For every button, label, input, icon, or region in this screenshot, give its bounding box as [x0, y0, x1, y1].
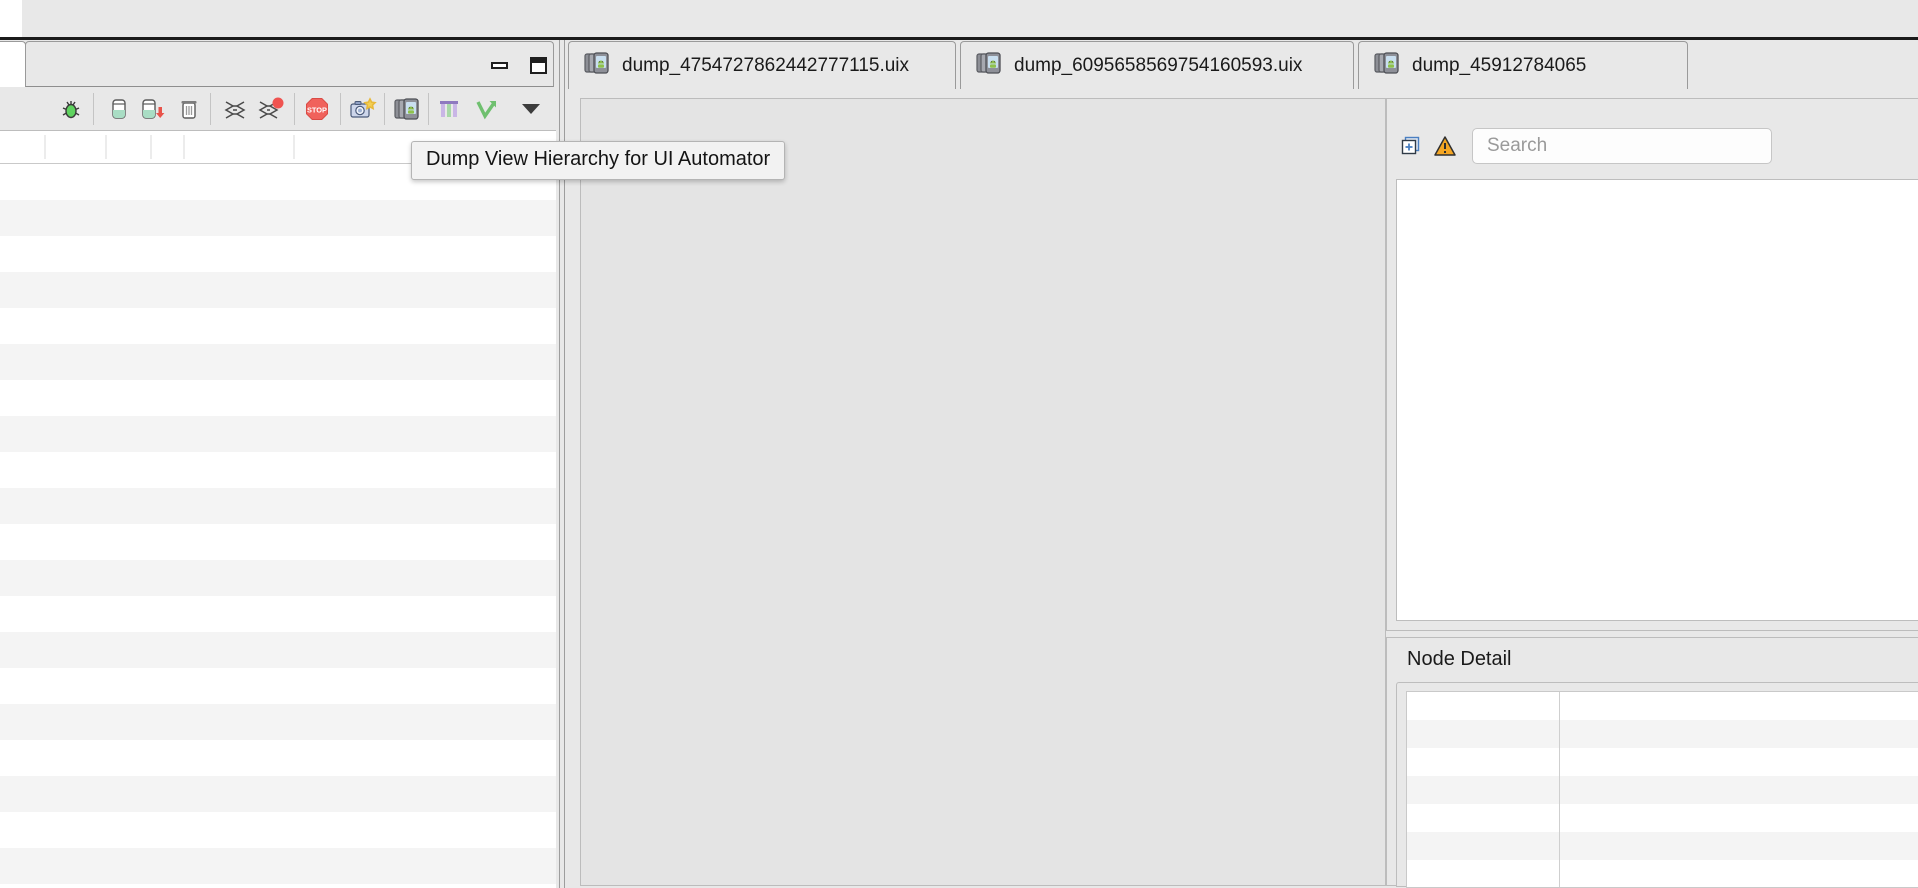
screenshot-camera-icon[interactable] — [344, 93, 382, 125]
left-tab-active[interactable] — [0, 41, 26, 87]
table-row[interactable] — [0, 380, 556, 416]
node-detail-body — [1396, 682, 1918, 888]
node-detail-row[interactable] — [1407, 832, 1918, 860]
node-detail-row[interactable] — [1407, 748, 1918, 776]
node-detail-panel: Node Detail — [1386, 637, 1918, 888]
table-row[interactable] — [0, 632, 556, 668]
table-row[interactable] — [0, 236, 556, 272]
column-separator[interactable] — [105, 135, 107, 159]
table-row[interactable] — [0, 416, 556, 452]
node-detail-row[interactable] — [1407, 860, 1918, 887]
toolbar-separator — [428, 93, 429, 125]
method-trace-record-icon[interactable] — [252, 93, 290, 125]
view-hierarchy-tree[interactable] — [1396, 179, 1918, 621]
table-row[interactable] — [0, 848, 556, 884]
minimize-button[interactable] — [490, 56, 509, 75]
toolbar-separator — [93, 93, 94, 125]
table-row[interactable] — [0, 740, 556, 776]
trash-icon[interactable] — [170, 93, 208, 125]
device-dump-icon[interactable] — [388, 93, 426, 125]
viewer-right-column: Search Node Detail — [1386, 98, 1918, 888]
node-detail-row[interactable] — [1407, 692, 1918, 720]
gpu-trace-icon[interactable] — [468, 93, 506, 125]
expand-all-icon[interactable] — [1394, 129, 1428, 163]
column-separator[interactable] — [150, 135, 152, 159]
chevron-down-icon[interactable] — [518, 100, 544, 118]
maximize-button[interactable] — [529, 56, 548, 75]
toolbar-tooltip-text: Dump View Hierarchy for UI Automator — [426, 148, 771, 170]
android-device-icon — [1373, 50, 1401, 81]
method-trace-icon[interactable] — [216, 93, 254, 125]
systrace-icon[interactable] — [432, 93, 470, 125]
top-gutter-white — [0, 0, 22, 38]
node-detail-row[interactable] — [1407, 720, 1918, 748]
editor-tab[interactable]: dump_6095658569754160593.uix — [960, 41, 1354, 89]
device-screenshot-panel[interactable] — [580, 98, 1386, 886]
android-device-icon — [975, 50, 1003, 81]
memory-monitor-icon[interactable] — [100, 93, 138, 125]
android-device-icon — [583, 50, 611, 81]
column-separator[interactable] — [293, 135, 295, 159]
table-row[interactable] — [0, 668, 556, 704]
view-hierarchy-toolbar: Search — [1387, 125, 1918, 167]
stop-icon[interactable]: STOP — [298, 93, 336, 125]
editor-tabstrip: dump_4754727862442777115.uix dump_6095658… — [568, 40, 1918, 89]
table-row[interactable] — [0, 596, 556, 632]
node-detail-row[interactable] — [1407, 776, 1918, 804]
toolbar-separator — [384, 93, 385, 125]
app-window: } — [0, 0, 1918, 888]
table-row[interactable] — [0, 344, 556, 380]
top-gutter — [0, 0, 1918, 38]
column-separator[interactable] — [183, 135, 185, 159]
toolbar-tooltip: Dump View Hierarchy for UI Automator — [411, 141, 786, 180]
editor-tab-label: dump_6095658569754160593.uix — [1014, 54, 1303, 76]
editor-tab-label: dump_4754727862442777115.uix — [622, 54, 910, 76]
table-row[interactable] — [0, 560, 556, 596]
view-hierarchy-panel: Search — [1386, 98, 1918, 631]
table-row[interactable] — [0, 452, 556, 488]
toolbar-separator — [210, 93, 211, 125]
debug-bug-icon[interactable] — [52, 93, 90, 125]
table-row[interactable] — [0, 704, 556, 740]
table-row[interactable] — [0, 776, 556, 812]
logcat-table-rows — [0, 164, 556, 888]
table-row[interactable] — [0, 488, 556, 524]
node-detail-title: Node Detail — [1407, 648, 1512, 670]
search-input[interactable]: Search — [1472, 128, 1772, 164]
left-tool-window-toolbar: STOP — [0, 87, 556, 131]
node-detail-row[interactable] — [1407, 804, 1918, 832]
table-row[interactable] — [0, 884, 556, 888]
table-row[interactable] — [0, 812, 556, 848]
warning-icon[interactable] — [1428, 129, 1462, 163]
column-separator[interactable] — [44, 135, 46, 159]
left-tool-window-header — [25, 41, 554, 87]
search-placeholder: Search — [1487, 135, 1548, 156]
left-tool-window-tabstrip: } — [0, 40, 556, 87]
uiautomator-viewer: Search Node Detail — [568, 89, 1918, 888]
table-row[interactable] — [0, 524, 556, 560]
heap-dump-download-icon[interactable] — [134, 93, 172, 125]
logcat-table[interactable] — [0, 131, 556, 888]
table-row[interactable] — [0, 200, 556, 236]
editor-tab[interactable]: dump_45912784065 — [1358, 41, 1688, 89]
node-detail-rows — [1407, 692, 1918, 887]
editor-tab[interactable]: dump_4754727862442777115.uix — [568, 41, 956, 89]
svg-text:STOP: STOP — [307, 105, 327, 114]
table-row[interactable] — [0, 308, 556, 344]
editor-tab-label: dump_45912784065 — [1412, 54, 1587, 76]
node-detail-column-line — [1559, 692, 1560, 887]
toolbar-separator — [340, 93, 341, 125]
node-detail-table[interactable] — [1406, 691, 1918, 888]
toolbar-separator — [294, 93, 295, 125]
table-row[interactable] — [0, 272, 556, 308]
